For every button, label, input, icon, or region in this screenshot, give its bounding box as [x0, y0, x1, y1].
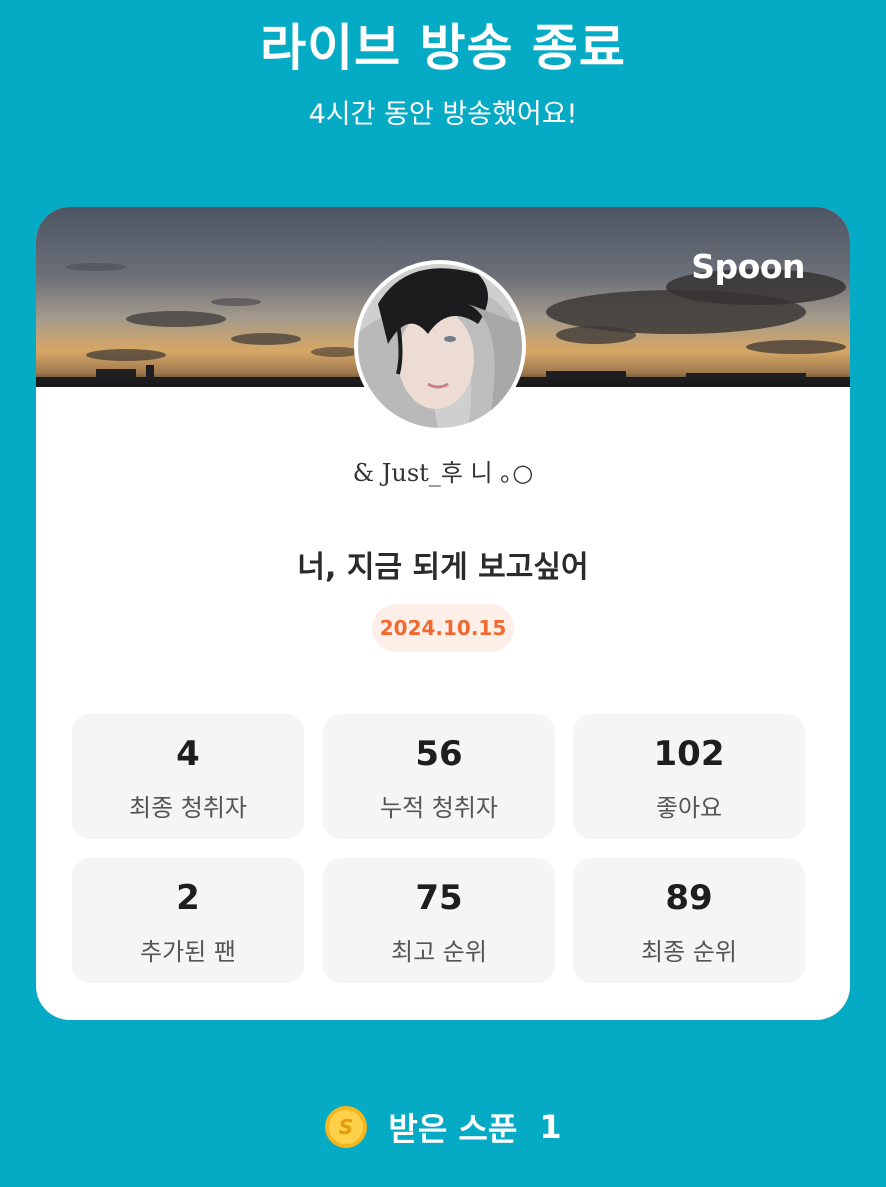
received-spoons: S 받은 스푼 1: [0, 1103, 886, 1151]
svg-text:S: S: [339, 1115, 353, 1139]
dj-avatar[interactable]: [354, 260, 526, 432]
broadcast-title: 너, 지금 되게 보고싶어: [297, 550, 589, 585]
received-spoons-count: 1: [539, 1108, 562, 1146]
stat-label: 최종 청취자: [128, 794, 248, 822]
spoon-logo: Spoon: [691, 247, 805, 286]
stat-final-rank: 89 최종 순위: [573, 858, 805, 983]
received-spoons-label: 받은 스푼: [388, 1110, 518, 1148]
stat-final-listeners: 4 최종 청취자: [72, 714, 304, 839]
stat-label: 누적 청취자: [379, 794, 499, 822]
page-title: 라이브 방송 종료: [260, 19, 626, 77]
broadcast-summary-card: Spoon & Just_후 니 ｡○ 너, 지금 되게 보고싶어 2024.1…: [36, 207, 850, 1020]
stat-label: 추가된 팬: [140, 938, 236, 966]
stat-label: 최고 순위: [391, 938, 487, 966]
stat-value: 56: [415, 734, 463, 774]
stat-value: 2: [176, 878, 200, 918]
stat-new-fans: 2 추가된 팬: [72, 858, 304, 983]
stat-value: 89: [665, 878, 713, 918]
spoon-coin-icon: S: [325, 1106, 368, 1148]
stat-label: 좋아요: [655, 794, 723, 822]
stat-value: 75: [415, 878, 463, 918]
stat-highest-rank: 75 최고 순위: [323, 858, 555, 983]
dj-name: & Just_후 니 ｡○: [352, 459, 534, 487]
broadcast-duration: 4시간 동안 방송했어요!: [308, 99, 578, 130]
stat-label: 최종 순위: [641, 938, 737, 966]
stat-value: 102: [653, 734, 725, 774]
stat-likes: 102 좋아요: [573, 714, 805, 839]
broadcast-date-badge: 2024.10.15: [372, 604, 514, 652]
stat-value: 4: [176, 734, 200, 774]
stat-total-listeners: 56 누적 청취자: [323, 714, 555, 839]
